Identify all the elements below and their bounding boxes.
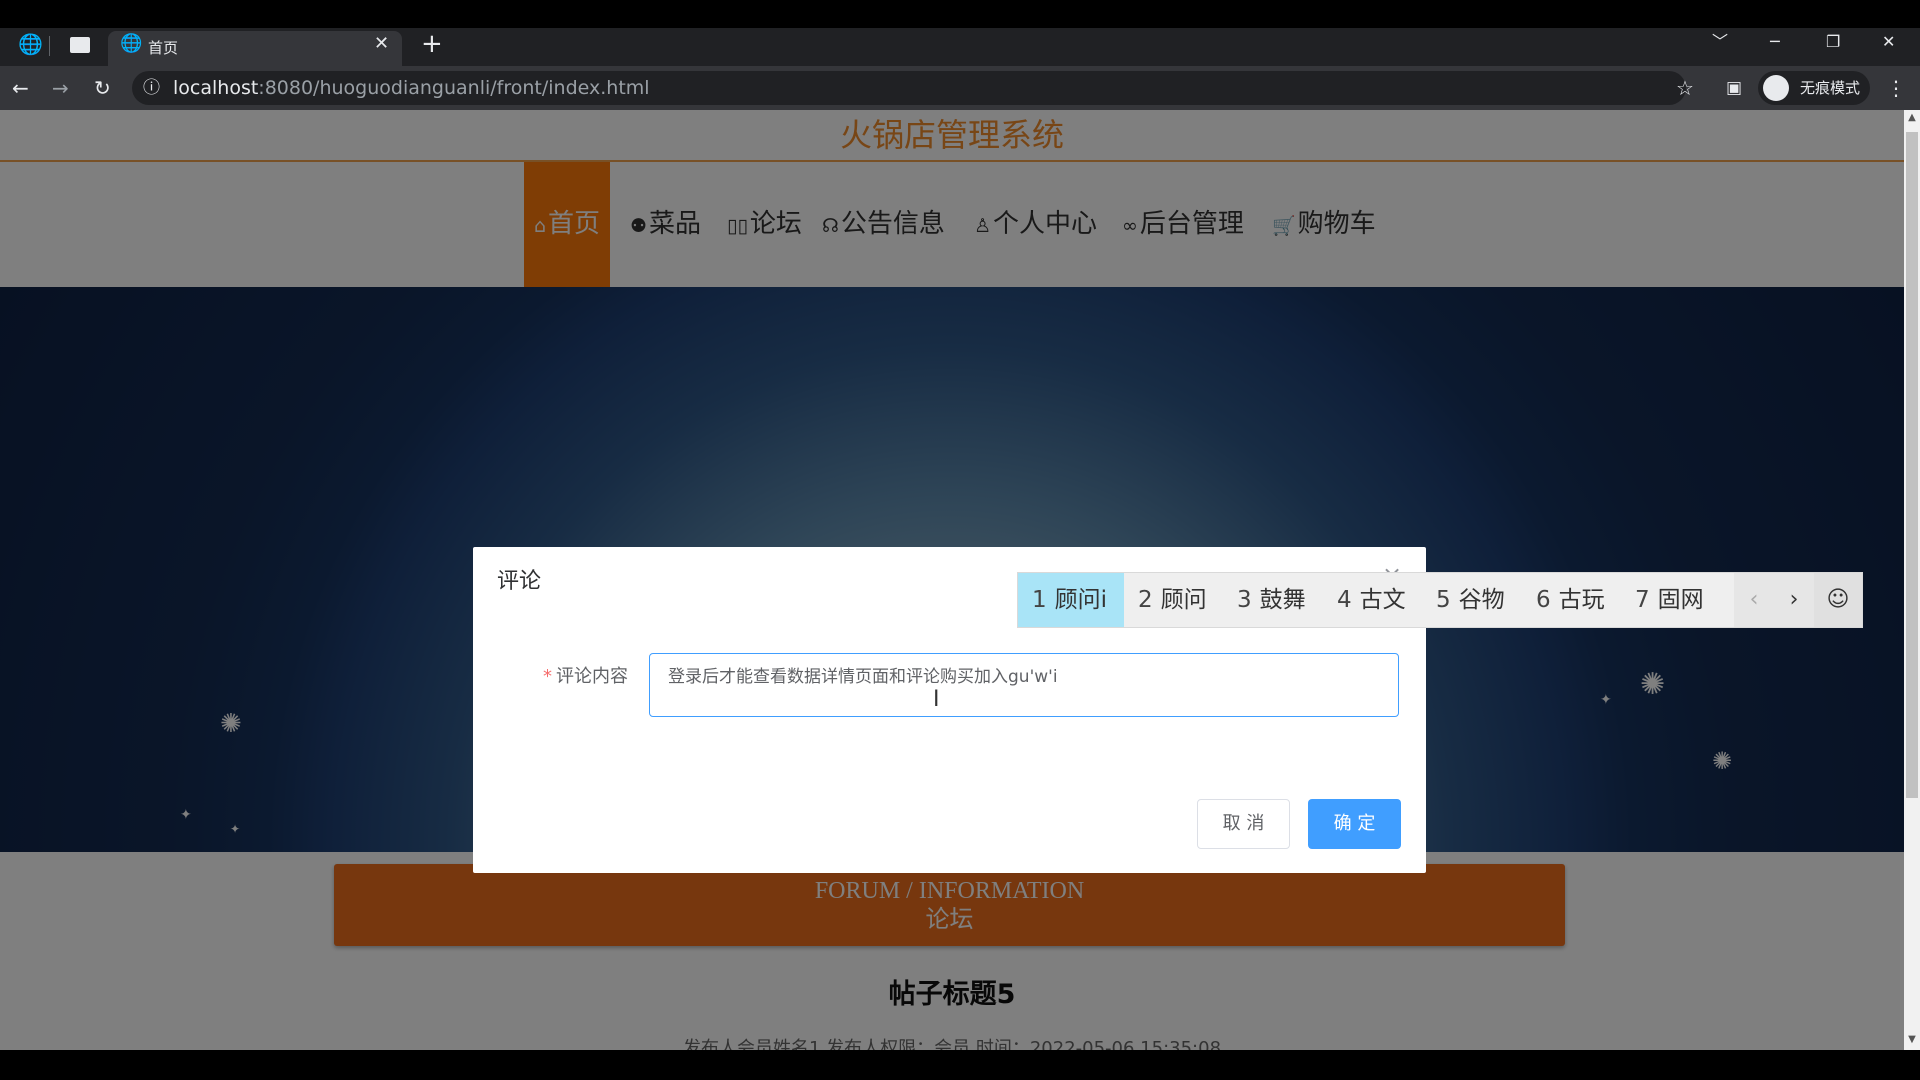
reload-icon[interactable]: ↻: [94, 78, 111, 98]
candidate-number: 1: [1032, 587, 1047, 613]
incognito-icon: [1763, 75, 1789, 101]
candidate-number: 5: [1436, 587, 1451, 613]
ime-emoji-icon[interactable]: ☺: [1814, 573, 1862, 627]
candidate-text: 固网: [1657, 587, 1704, 613]
scroll-down-icon[interactable]: ▼: [1906, 1034, 1918, 1048]
candidate-text: 古文: [1359, 587, 1406, 613]
confirm-button[interactable]: 确 定: [1308, 799, 1401, 849]
window-close-icon[interactable]: ✕: [1882, 32, 1895, 52]
ime-next-page-icon[interactable]: ›: [1774, 573, 1814, 627]
ime-candidate[interactable]: 6 古玩: [1536, 573, 1605, 627]
dialog-title: 评论: [497, 569, 542, 594]
ime-prev-page-icon[interactable]: ‹: [1734, 573, 1774, 627]
tab-favicon-icon: 🌐: [120, 33, 143, 54]
reading-list-icon[interactable]: ▣: [1726, 78, 1742, 98]
browser-menu-icon[interactable]: ⋮: [1886, 78, 1906, 98]
candidate-number: 4: [1337, 587, 1352, 613]
tab-title: 首页: [148, 39, 179, 57]
ime-candidate[interactable]: 1 顾问i: [1018, 573, 1124, 627]
candidate-text: 顾问: [1160, 587, 1207, 613]
scroll-up-icon[interactable]: ▲: [1906, 112, 1918, 126]
site-info-icon[interactable]: ⓘ: [143, 78, 160, 98]
restore-icon[interactable]: ❐: [1826, 32, 1840, 52]
required-mark: *: [543, 666, 552, 687]
candidate-number: 2: [1138, 587, 1153, 613]
candidate-number: 7: [1635, 587, 1650, 613]
back-icon[interactable]: ←: [12, 78, 29, 98]
scrollbar-thumb[interactable]: [1906, 132, 1918, 798]
ime-candidate[interactable]: 3 鼓舞: [1237, 573, 1306, 627]
minimize-icon[interactable]: ─: [1770, 32, 1780, 52]
screen-bottom-bar: [0, 1050, 1920, 1080]
tab-divider: [49, 36, 50, 56]
candidate-number: 3: [1237, 587, 1252, 613]
incognito-label: 无痕模式: [1800, 79, 1861, 97]
tab-overview-icon[interactable]: [70, 37, 90, 53]
bookmark-star-icon[interactable]: ☆: [1676, 78, 1694, 98]
comment-label-text: 评论内容: [556, 666, 628, 687]
cancel-button[interactable]: 取 消: [1197, 799, 1290, 849]
ime-candidate[interactable]: 7 固网: [1635, 573, 1704, 627]
new-tab-icon[interactable]: +: [421, 31, 443, 57]
candidate-text: 顾问i: [1054, 587, 1108, 613]
url-path: :8080/huoguodianguanli/front/index.html: [258, 77, 650, 99]
comment-textarea[interactable]: 登录后才能查看数据详情页面和评论购买加入gu'w'i: [649, 653, 1399, 717]
ime-candidate[interactable]: 2 顾问: [1138, 573, 1207, 627]
candidate-text: 古玩: [1558, 587, 1605, 613]
forward-icon[interactable]: →: [52, 78, 69, 98]
ime-candidate-bar: 1 顾问i 2 顾问 3 鼓舞 4 古文 5 谷物 6 古玩 7 固网 ‹ › ☺: [1017, 572, 1863, 628]
url-host: localhost: [173, 77, 259, 99]
candidate-text: 谷物: [1458, 587, 1505, 613]
tab-close-icon[interactable]: ✕: [374, 34, 389, 54]
url-text[interactable]: localhost:8080/huoguodianguanli/front/in…: [173, 76, 650, 100]
browser-globe-icon[interactable]: 🌐: [18, 34, 43, 54]
screen-top-bar: [0, 0, 1920, 28]
candidate-number: 6: [1536, 587, 1551, 613]
ime-candidate[interactable]: 5 谷物: [1436, 573, 1505, 627]
ime-candidate[interactable]: 4 古文: [1337, 573, 1406, 627]
candidate-text: 鼓舞: [1259, 587, 1306, 613]
comment-field-label: * 评论内容: [543, 664, 628, 690]
tab-search-chevron-icon[interactable]: ﹀: [1712, 32, 1728, 52]
text-cursor-icon: I: [933, 687, 940, 712]
